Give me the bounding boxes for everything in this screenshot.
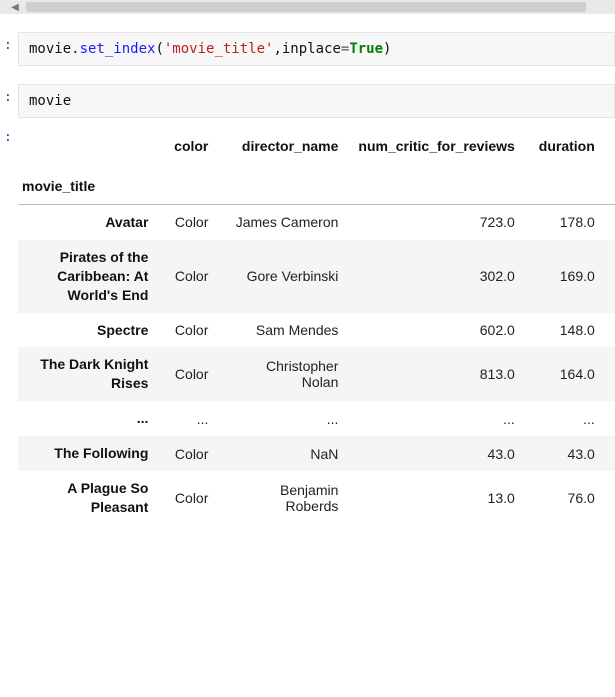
cell-duration: 148.0 bbox=[525, 313, 605, 348]
cell-duration: 76.0 bbox=[525, 471, 605, 525]
row-index: Pirates of the Caribbean: At World's End bbox=[18, 240, 158, 313]
input-cell-1[interactable]: : movie.set_index('movie_title',inplace=… bbox=[0, 32, 615, 66]
cell-color: Color bbox=[158, 347, 218, 401]
cell-color: Color bbox=[158, 205, 218, 240]
col-header-director_name: director_name bbox=[218, 130, 348, 162]
cell-director_name: Benjamin Roberds bbox=[218, 471, 348, 525]
cell-num_critic_for_reviews: 43.0 bbox=[348, 436, 524, 471]
row-index: ... bbox=[18, 401, 158, 436]
cell-duration: ... bbox=[525, 401, 605, 436]
index-name: movie_title bbox=[18, 162, 158, 205]
table-row: The FollowingColorNaN43.043.0 bbox=[18, 436, 615, 471]
table-row: The Dark Knight RisesColorChristopher No… bbox=[18, 347, 615, 401]
code-token: movie. bbox=[29, 41, 80, 57]
cell-color: Color bbox=[158, 471, 218, 525]
output-cell: : color director_name num_critic_for_rev… bbox=[0, 130, 615, 525]
code-token: ) bbox=[383, 41, 391, 57]
cell-num_critic_for_reviews: 302.0 bbox=[348, 240, 524, 313]
code-cell-1[interactable]: movie.set_index('movie_title',inplace=Tr… bbox=[18, 32, 615, 66]
cell-truncated bbox=[605, 240, 615, 313]
code-token-string: 'movie_title' bbox=[164, 41, 274, 57]
horizontal-scrollbar[interactable]: ◀ bbox=[0, 0, 615, 14]
code-token: ,inplace bbox=[273, 41, 340, 57]
cell-duration: 43.0 bbox=[525, 436, 605, 471]
cell-num_critic_for_reviews: 723.0 bbox=[348, 205, 524, 240]
cell-truncated bbox=[605, 313, 615, 348]
col-header-duration: duration bbox=[525, 130, 605, 162]
scrollbar-thumb[interactable] bbox=[26, 2, 586, 12]
cell-duration: 169.0 bbox=[525, 240, 605, 313]
cell-director_name: Sam Mendes bbox=[218, 313, 348, 348]
cell-duration: 164.0 bbox=[525, 347, 605, 401]
row-index: A Plague So Pleasant bbox=[18, 471, 158, 525]
cell-truncated bbox=[605, 436, 615, 471]
col-header-color: color bbox=[158, 130, 218, 162]
cell-truncated bbox=[605, 347, 615, 401]
cell-duration: 178.0 bbox=[525, 205, 605, 240]
code-cell-2[interactable]: movie bbox=[18, 84, 615, 118]
cell-director_name: NaN bbox=[218, 436, 348, 471]
cell-color: Color bbox=[158, 240, 218, 313]
cell-color: Color bbox=[158, 436, 218, 471]
row-index: Avatar bbox=[18, 205, 158, 240]
cell-director_name: Christopher Nolan bbox=[218, 347, 348, 401]
row-index: Spectre bbox=[18, 313, 158, 348]
cell-truncated bbox=[605, 205, 615, 240]
col-header-num_critic_for_reviews: num_critic_for_reviews bbox=[348, 130, 524, 162]
table-row: ............... bbox=[18, 401, 615, 436]
cell-num_critic_for_reviews: ... bbox=[348, 401, 524, 436]
cell-color: ... bbox=[158, 401, 218, 436]
index-name-row: movie_title bbox=[18, 162, 615, 205]
row-index: The Following bbox=[18, 436, 158, 471]
cell-director_name: James Cameron bbox=[218, 205, 348, 240]
code-token-method: set_index bbox=[80, 41, 156, 57]
table-row: AvatarColorJames Cameron723.0178.0 bbox=[18, 205, 615, 240]
cell-truncated bbox=[605, 471, 615, 525]
col-header-dir-truncated: dir bbox=[605, 130, 615, 162]
table-row: SpectreColorSam Mendes602.0148.0 bbox=[18, 313, 615, 348]
row-index: The Dark Knight Rises bbox=[18, 347, 158, 401]
dataframe-table: color director_name num_critic_for_revie… bbox=[18, 130, 615, 525]
input-prompt: : bbox=[4, 90, 12, 105]
table-row: Pirates of the Caribbean: At World's End… bbox=[18, 240, 615, 313]
cell-color: Color bbox=[158, 313, 218, 348]
code-token: movie bbox=[29, 93, 71, 109]
input-prompt: : bbox=[4, 38, 12, 53]
code-token-bool: True bbox=[349, 41, 383, 57]
code-token: ( bbox=[155, 41, 163, 57]
cell-director_name: ... bbox=[218, 401, 348, 436]
table-header-row: color director_name num_critic_for_revie… bbox=[18, 130, 615, 162]
input-cell-2[interactable]: : movie bbox=[0, 84, 615, 118]
cell-num_critic_for_reviews: 602.0 bbox=[348, 313, 524, 348]
output-prompt: : bbox=[4, 130, 12, 145]
table-row: A Plague So PleasantColorBenjamin Roberd… bbox=[18, 471, 615, 525]
cell-num_critic_for_reviews: 13.0 bbox=[348, 471, 524, 525]
scroll-left-arrow-icon[interactable]: ◀ bbox=[8, 0, 22, 14]
cell-director_name: Gore Verbinski bbox=[218, 240, 348, 313]
notebook-viewport: ◀ : movie.set_index('movie_title',inplac… bbox=[0, 0, 615, 525]
cell-num_critic_for_reviews: 813.0 bbox=[348, 347, 524, 401]
cell-truncated bbox=[605, 401, 615, 436]
table-body: AvatarColorJames Cameron723.0178.0Pirate… bbox=[18, 205, 615, 525]
